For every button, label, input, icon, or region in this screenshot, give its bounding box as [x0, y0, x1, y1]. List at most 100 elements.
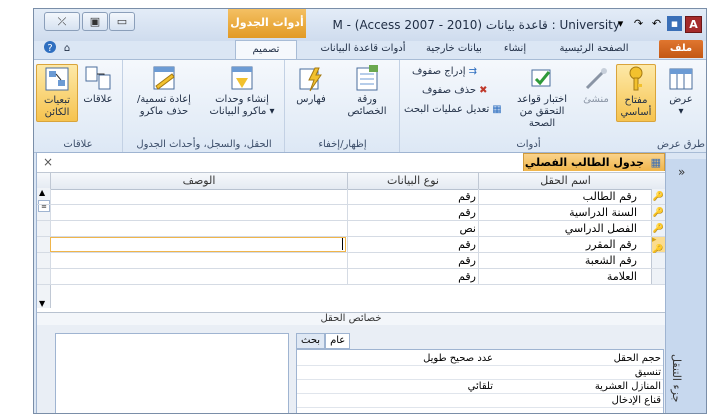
quick-access-toolbar: ▾ ↷ ↶ ▪ A: [613, 16, 702, 33]
tab-lookup[interactable]: بحث: [296, 333, 326, 349]
primary-key-indicator-icon[interactable]: 🔑: [651, 189, 665, 204]
rename-delete-macro-button[interactable]: إعادة تسمية/حذف ماكرو: [127, 64, 201, 118]
ribbon: عرض ▾ طرق عرض مفتاح أساسي منشئ اختبار قوا…: [34, 59, 706, 153]
create-data-macros-button[interactable]: إنشاء وحدات ماكرو البيانات ▾: [203, 64, 281, 118]
property-sheet-button[interactable]: ورقة الخصائص: [337, 64, 397, 118]
property-name: قناع الإدخال: [611, 395, 661, 406]
field-row[interactable]: رقم رقم الشعبة: [37, 253, 665, 269]
property-name: حجم الحقل: [613, 353, 661, 364]
property-grid: حجم الحقل عدد صحيح طويل تنسيق المنازل ال…: [296, 349, 664, 413]
expand-nav-icon[interactable]: »: [678, 165, 685, 179]
field-name-cell[interactable]: العلامة: [478, 269, 652, 284]
field-description-cell[interactable]: [50, 253, 347, 268]
table-design-document: جدول الطالب الفصلي ▦ × الوصف نوع البيانا…: [36, 152, 666, 413]
property-row[interactable]: المنازل العشرية تلقائي: [297, 380, 663, 394]
field-name-cell[interactable]: رقم الشعبة: [478, 253, 652, 268]
tab-external-data[interactable]: بيانات خارجية: [419, 40, 489, 58]
relationships-button[interactable]: علاقات: [78, 64, 118, 106]
field-properties-pane: بحث عام حجم الحقل عدد صحيح طويل تنسيق ال…: [37, 325, 665, 413]
test-validation-button[interactable]: اختبار قواعد التحقق من الصحة: [508, 66, 576, 130]
help-icon[interactable]: ?: [42, 40, 58, 58]
tab-create[interactable]: إنشاء: [495, 40, 535, 58]
property-row[interactable]: قناع الإدخال: [297, 394, 663, 408]
delete-rows-icon: ✖: [479, 85, 488, 96]
table-icon: ▦: [650, 156, 661, 169]
builder-button[interactable]: منشئ: [578, 66, 614, 106]
modify-lookups-icon: ▦: [492, 104, 502, 115]
relationships-icon: [85, 66, 111, 90]
rename-macro-icon: [153, 66, 175, 90]
primary-key-button[interactable]: مفتاح أساسي: [616, 64, 656, 122]
document-tab-title: جدول الطالب الفصلي: [524, 156, 644, 169]
close-window-button[interactable]: ⤫: [44, 12, 80, 31]
group-relationships: علاقات تبعيات الكائن علاقات: [34, 60, 122, 152]
group-views: عرض ▾ طرق عرض: [656, 60, 706, 152]
property-value[interactable]: عدد صحيح طويل: [423, 352, 493, 365]
field-type-cell[interactable]: رقم: [347, 205, 478, 220]
minimize-button[interactable]: ▭: [109, 12, 135, 31]
customize-qat-icon[interactable]: ▾: [613, 16, 628, 31]
modify-lookups-button[interactable]: تعديل عمليات البحث ▦: [404, 104, 502, 115]
tab-design[interactable]: تصميم: [235, 40, 297, 59]
close-document-button[interactable]: ×: [43, 155, 53, 169]
column-header-data-type: نوع البيانات: [347, 173, 478, 189]
field-description-cell-active[interactable]: [50, 237, 346, 252]
selected-row-key-indicator-icon[interactable]: ▸🔑: [651, 235, 665, 255]
field-description-cell[interactable]: [50, 205, 347, 220]
data-macro-icon: [231, 66, 253, 90]
field-name-cell[interactable]: رقم الطالب: [478, 189, 652, 204]
field-type-cell[interactable]: رقم: [347, 237, 478, 252]
save-icon[interactable]: ▪: [667, 16, 682, 31]
field-grid-header: الوصف نوع البيانات اسم الحقل: [37, 172, 665, 190]
insert-rows-button[interactable]: إدراج صفوف ⇉: [412, 66, 477, 77]
redo-icon[interactable]: ↷: [631, 16, 646, 31]
ribbon-tabs: ? ⌂ تصميم أدوات قاعدة البيانات بيانات خا…: [34, 38, 706, 59]
field-name-cell[interactable]: رقم المقرر: [478, 237, 652, 252]
group-table-events: إنشاء وحدات ماكرو البيانات ▾ إعادة تسمية…: [122, 60, 285, 152]
property-value[interactable]: تلقائي: [468, 380, 493, 393]
primary-key-indicator-icon[interactable]: 🔑: [651, 205, 665, 220]
field-type-cell[interactable]: نص: [347, 221, 478, 236]
property-row[interactable]: حجم الحقل عدد صحيح طويل: [297, 352, 663, 366]
field-type-cell[interactable]: رقم: [347, 269, 478, 284]
field-type-cell[interactable]: رقم: [347, 253, 478, 268]
document-tab[interactable]: جدول الطالب الفصلي ▦: [523, 153, 665, 171]
property-name: المنازل العشرية: [594, 381, 661, 392]
group-label-show-hide: إظهار/إخفاء: [318, 139, 367, 150]
field-name-cell[interactable]: الفصل الدراسي: [478, 221, 652, 236]
validation-check-icon: [531, 69, 551, 87]
restore-button[interactable]: ▣: [82, 12, 108, 31]
insert-rows-icon: ⇉: [468, 66, 477, 77]
field-row-selected[interactable]: رقم رقم المقرر ▸🔑: [37, 235, 665, 255]
tab-file[interactable]: ملف: [659, 40, 703, 58]
group-tools: مفتاح أساسي منشئ اختبار قواعد التحقق من …: [399, 60, 657, 152]
minimize-ribbon-icon[interactable]: ⌂: [60, 40, 74, 58]
row-selector[interactable]: [651, 253, 665, 268]
title-bar: ⤫ ▣ ▭ أدوات الجدول M - (Access 2007 - 20…: [34, 9, 706, 41]
field-description-cell[interactable]: [50, 189, 347, 204]
undo-icon[interactable]: ↶: [649, 16, 664, 31]
tab-database-tools[interactable]: أدوات قاعدة البيانات: [317, 40, 409, 58]
field-name-cell[interactable]: السنة الدراسية: [478, 205, 652, 220]
field-description-cell[interactable]: [50, 269, 347, 284]
field-row[interactable]: رقم العلامة: [37, 269, 665, 285]
field-description-cell[interactable]: [50, 221, 347, 236]
field-type-cell[interactable]: رقم: [347, 189, 478, 204]
scroll-down-icon[interactable]: ▼: [39, 299, 45, 308]
property-tabs: بحث عام: [296, 333, 351, 349]
object-dependencies-icon: [45, 67, 69, 91]
builder-wand-icon: [585, 68, 607, 90]
property-row[interactable]: تنسيق: [297, 366, 663, 380]
delete-rows-button[interactable]: حذف صفوف ✖: [422, 85, 487, 96]
view-button[interactable]: عرض ▾: [662, 66, 700, 118]
field-row[interactable]: رقم السنة الدراسية 🔑: [37, 205, 665, 221]
access-logo-icon: A: [685, 16, 702, 33]
field-row[interactable]: نص الفصل الدراسي 🔑: [37, 221, 665, 237]
tab-home[interactable]: الصفحة الرئيسية: [544, 40, 644, 58]
tab-general[interactable]: عام: [325, 333, 351, 349]
field-row[interactable]: رقم رقم الطالب 🔑: [37, 189, 665, 205]
object-dependencies-button[interactable]: تبعيات الكائن: [36, 64, 78, 122]
indexes-button[interactable]: فهارس: [291, 64, 331, 106]
column-header-field-name: اسم الحقل: [478, 173, 652, 189]
row-selector[interactable]: [651, 269, 665, 284]
